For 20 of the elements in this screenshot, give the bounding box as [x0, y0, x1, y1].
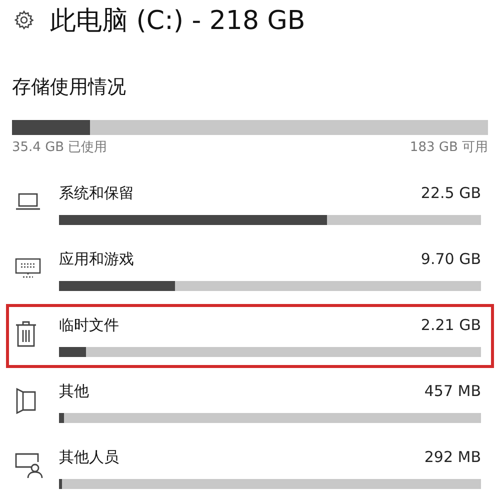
category-size: 457 MB	[424, 382, 481, 400]
used-label: 35.4 GB 已使用	[12, 139, 108, 156]
document-icon	[15, 386, 37, 414]
section-heading: 存储使用情况	[12, 75, 127, 100]
page-title: 此电脑 (C:) - 218 GB	[50, 4, 306, 38]
category-size: 2.21 GB	[420, 316, 481, 334]
trash-icon	[15, 320, 37, 348]
category-name[interactable]: 临时文件	[59, 316, 119, 334]
category-size: 9.70 GB	[420, 250, 481, 268]
category-size: 292 MB	[424, 448, 481, 466]
keyboard-monitor-icon	[15, 258, 41, 278]
person-screen-icon	[15, 453, 43, 479]
category-size: 22.5 GB	[420, 184, 481, 202]
laptop-icon	[15, 193, 41, 211]
free-label: 183 GB 可用	[410, 139, 488, 156]
settings-icon[interactable]	[14, 10, 34, 30]
category-name[interactable]: 系统和保留	[59, 184, 134, 202]
category-name[interactable]: 其他	[59, 382, 89, 400]
category-name[interactable]: 应用和游戏	[59, 250, 134, 268]
category-name[interactable]: 其他人员	[59, 448, 119, 466]
